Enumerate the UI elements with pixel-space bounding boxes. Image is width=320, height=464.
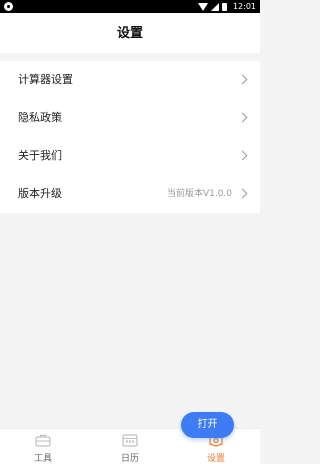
signal-icon xyxy=(211,2,219,11)
menu-item-calculator-settings[interactable]: 计算器设置 xyxy=(0,61,260,99)
current-version-text: 当前版本V1.0.0 xyxy=(166,189,232,199)
tab-calendar[interactable]: 日历 xyxy=(100,429,160,464)
menu-item-privacy-policy[interactable]: 隐私政策 xyxy=(0,99,260,137)
wifi-icon xyxy=(198,2,208,11)
status-time: 12:01 xyxy=(232,2,256,11)
header: 设置 xyxy=(0,13,260,53)
tab-tools[interactable]: 工具 xyxy=(13,429,73,464)
chevron-right-icon xyxy=(237,74,248,85)
tab-label: 设置 xyxy=(206,454,225,464)
settings-menu: 计算器设置 隐私政策 关于我们 版本升级 当前版本V1.0.0 xyxy=(0,61,260,213)
chevron-right-icon xyxy=(237,188,248,199)
menu-item-about-us[interactable]: 关于我们 xyxy=(0,137,260,175)
chevron-right-icon xyxy=(237,112,248,123)
chevron-right-icon xyxy=(237,150,248,161)
tab-label: 日历 xyxy=(120,454,139,464)
menu-item-label: 版本升级 xyxy=(18,187,62,200)
status-bar: 12:01 xyxy=(0,0,260,13)
page-title: 设置 xyxy=(116,26,143,41)
status-icons xyxy=(198,2,227,11)
battery-icon xyxy=(222,2,227,11)
menu-item-label: 计算器设置 xyxy=(18,73,73,86)
menu-item-version-upgrade[interactable]: 版本升级 当前版本V1.0.0 xyxy=(0,175,260,213)
notification-icon xyxy=(4,2,13,11)
tab-label: 工具 xyxy=(33,454,52,464)
calendar-icon xyxy=(122,434,138,447)
menu-item-label: 隐私政策 xyxy=(18,111,62,124)
open-button[interactable]: 打开 xyxy=(181,412,234,438)
menu-item-label: 关于我们 xyxy=(18,149,62,162)
toolbox-icon xyxy=(35,434,51,447)
